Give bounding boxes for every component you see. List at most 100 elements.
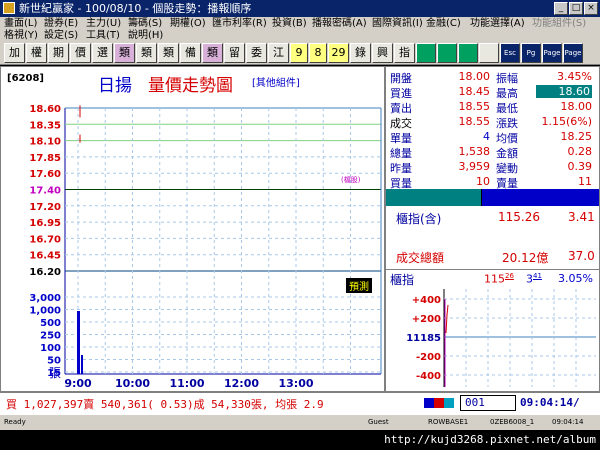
menu-screen[interactable]: 畫面(L)	[4, 18, 37, 30]
quote-label: 漲跌	[496, 117, 518, 130]
quote-label: 昨量	[390, 162, 412, 175]
intraday-chart: 18.60 18.35 18.10 17.85 17.60 17.40 17.20 16.95…	[29, 104, 382, 390]
price-tick-label: 17.60	[29, 169, 61, 180]
mini-tick-label: -400	[416, 371, 441, 382]
price-tick-label: 17.85	[29, 153, 61, 164]
mini-tick-label: 11185	[406, 333, 441, 344]
status-code2: 0ZEB6008_1	[490, 418, 535, 426]
quote-value: 0.39	[567, 160, 593, 173]
toolbar-btn-13[interactable]: 江	[268, 43, 289, 63]
chart-icon-button[interactable]	[458, 43, 478, 63]
price-tick-label: 18.60	[29, 104, 61, 115]
menu-intl-info[interactable]: 國際資訊(I)	[372, 18, 423, 30]
toolbar-btn-18[interactable]: 興	[372, 43, 393, 63]
quote-label: 買進	[390, 87, 412, 100]
menu-chips[interactable]: 籌碼(S)	[128, 18, 162, 30]
price-tick-label: 16.20	[29, 267, 61, 278]
menu-main-force[interactable]: 主力(U)	[86, 18, 121, 30]
pg-button[interactable]: Pg	[521, 43, 541, 63]
quote-row: 買進 18.45 最高 18.60	[386, 85, 600, 101]
minimize-button[interactable]: _	[554, 2, 568, 15]
quote-value: 18.55	[458, 115, 491, 128]
toolbar-btn-11[interactable]: 留	[224, 43, 245, 63]
quote-panel: 開盤 18.00 振幅 3.45% 買進 18.45 最高 18.60 賣出 18.55 最低 18.…	[385, 66, 600, 392]
ticker-text: 買 1,027,397賣 540,361( 0.53)成 54,330張, 均張…	[6, 398, 324, 411]
quote-label: 金額	[496, 147, 518, 160]
table-icon-button[interactable]	[437, 43, 457, 63]
menu-view[interactable]: 格視(Y)	[4, 30, 38, 42]
esc-button[interactable]: Esc	[500, 43, 520, 63]
app-icon	[3, 2, 15, 14]
mini-index-change: 341	[526, 272, 542, 286]
page-down-button[interactable]: Page	[563, 43, 583, 63]
quote-value: 4	[483, 130, 490, 143]
toolbar-btn-19[interactable]: 指	[394, 43, 415, 63]
price-tick-label: 17.40	[29, 186, 61, 197]
quote-label: 總量	[390, 147, 412, 160]
maximize-button[interactable]: □	[569, 2, 583, 15]
otc-index-change: 3.41	[568, 210, 595, 224]
mini-tick-label: -200	[416, 352, 441, 363]
quote-value: 11	[578, 175, 592, 188]
other-modules-link[interactable]: [其他組件]	[252, 74, 300, 89]
forecast-button[interactable]: 預測	[346, 278, 372, 293]
time-tick-label: 13:00	[278, 377, 313, 390]
bid-ratio-fill	[386, 189, 482, 206]
toolbar-btn-3[interactable]: 期	[48, 43, 69, 63]
menu-fx-rate[interactable]: 匯市利率(R)	[212, 18, 267, 30]
toolbar-btn-16[interactable]: 29	[328, 43, 349, 63]
toolbar-btn-1[interactable]: 加	[4, 43, 25, 63]
grid-icon-button[interactable]	[416, 43, 436, 63]
quote-row: 總量 1,538 金額 0.28	[386, 145, 600, 161]
menu-function-select[interactable]: 功能選擇(A)	[470, 18, 525, 30]
quote-row: 開盤 18.00 振幅 3.45%	[386, 70, 600, 86]
quote-label: 單量	[390, 132, 412, 145]
menu-broadcast-code[interactable]: 播報密碼(A)	[312, 18, 367, 30]
menu-tools[interactable]: 工具(T)	[86, 30, 120, 42]
toolbar-btn-5[interactable]: 選	[92, 43, 113, 63]
menu-function-module[interactable]: 功能組件(S)	[532, 18, 586, 30]
window-icon-button[interactable]	[479, 43, 499, 63]
close-button[interactable]: ×	[584, 2, 598, 15]
toolbar-btn-6[interactable]: 類	[114, 43, 135, 63]
reference-price-note: (檔股)	[341, 176, 361, 184]
volume-tick-label: 3,000	[29, 293, 61, 304]
status-ready: Ready	[4, 418, 26, 426]
toolbar-btn-9[interactable]: 備	[180, 43, 201, 63]
menu-investment[interactable]: 投資(B)	[272, 18, 307, 30]
volume-bar	[77, 311, 80, 374]
menu-finance[interactable]: 金融(C)	[426, 18, 461, 30]
quote-label: 變動	[496, 162, 518, 175]
otc-index-label: 櫃指(含)	[396, 212, 442, 226]
time-tick-label: 10:00	[115, 377, 150, 390]
page-number-box[interactable]: 001	[460, 395, 516, 411]
quote-label: 開盤	[390, 72, 412, 85]
toolbar-btn-7[interactable]: 類	[136, 43, 157, 63]
mini-index-line	[445, 304, 449, 334]
title-bar: 新世紀贏家 - 100/08/10 - 個股走勢：播報順序 _ □ ×	[0, 0, 600, 17]
quote-value: 18.00	[458, 70, 491, 83]
ticker-bar-red	[434, 398, 444, 408]
status-user: Guest	[368, 418, 389, 426]
app-window: { "title_bar": {"title": "新世紀贏家 - 100/08…	[0, 0, 600, 450]
toolbar-btn-12[interactable]: 委	[246, 43, 267, 63]
toolbar-btn-2[interactable]: 權	[26, 43, 47, 63]
toolbar-btn-17[interactable]: 錄	[350, 43, 371, 63]
page-up-button[interactable]: Page	[542, 43, 562, 63]
menu-bar: 畫面(L) 證券(E) 主力(U) 籌碼(S) 期權(O) 匯市利率(R) 投資…	[0, 17, 600, 42]
toolbar-btn-15[interactable]: 8	[309, 43, 327, 63]
toolbar-btn-10[interactable]: 類	[202, 43, 223, 63]
menu-help[interactable]: 說明(H)	[128, 30, 163, 42]
mini-index-pct: 3.05%	[558, 272, 593, 285]
price-tick-label: 18.35	[29, 120, 61, 131]
quote-row: 賣出 18.55 最低 18.00	[386, 100, 600, 116]
status-bar: Ready Guest ROWBASE1 0ZEB6008_1 09:04:14	[0, 414, 600, 430]
menu-settings[interactable]: 設定(S)	[44, 30, 78, 42]
toolbar-btn-14[interactable]: 9	[290, 43, 308, 63]
price-tick-label: 17.20	[29, 202, 61, 213]
toolbar-btn-8[interactable]: 類	[158, 43, 179, 63]
quote-label: 均價	[496, 132, 518, 145]
toolbar-btn-4[interactable]: 價	[70, 43, 91, 63]
menu-options[interactable]: 期權(O)	[170, 18, 206, 30]
menu-securities[interactable]: 證券(E)	[44, 18, 78, 30]
